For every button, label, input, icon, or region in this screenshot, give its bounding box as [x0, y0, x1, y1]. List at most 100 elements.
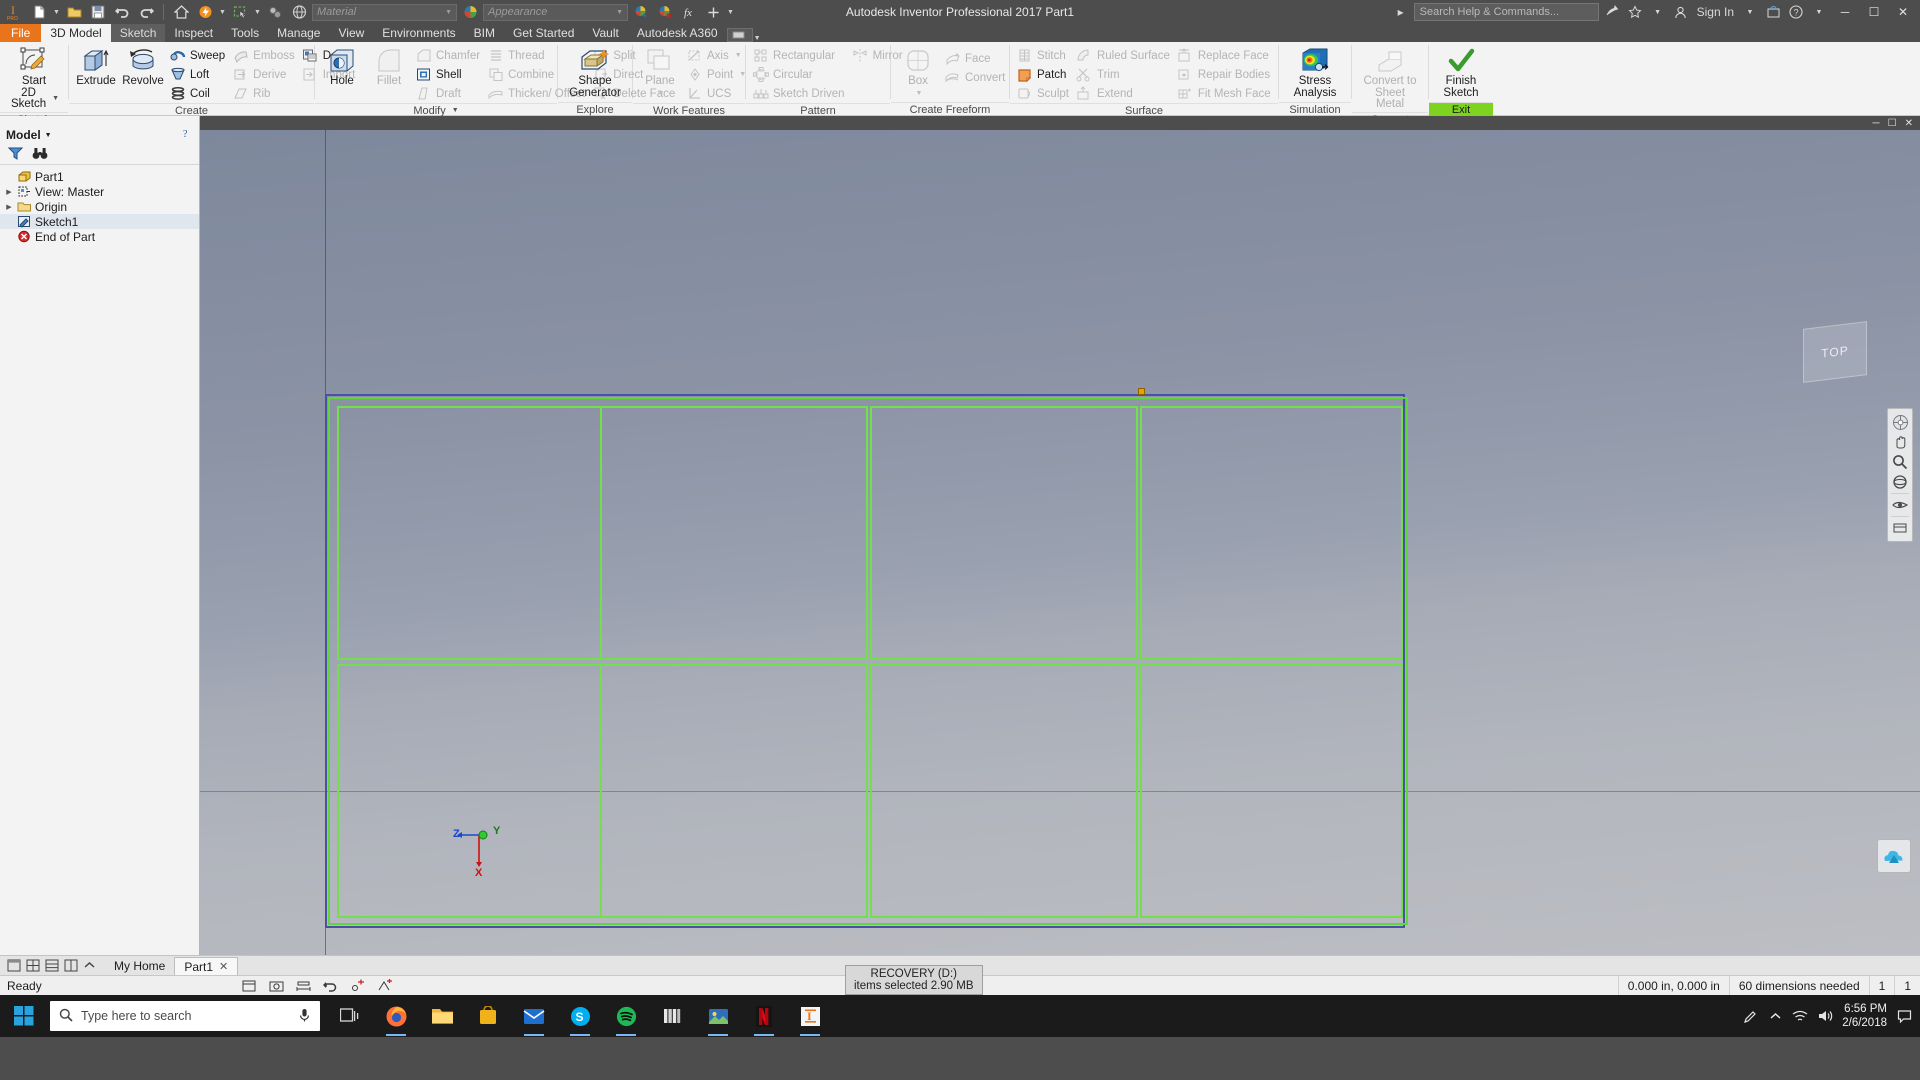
firefox-icon[interactable]: [374, 995, 418, 1037]
start-2d-sketch-button[interactable]: Start 2D Sketch ▼: [4, 45, 64, 112]
ribbon-display-dropdown[interactable]: [726, 28, 753, 42]
update-icon[interactable]: [194, 1, 216, 23]
share-icon[interactable]: [1602, 2, 1622, 22]
document-tab-my-home[interactable]: My Home: [105, 957, 175, 975]
two-view-vertical-icon[interactable]: [63, 958, 78, 973]
redo-icon[interactable]: [135, 1, 157, 23]
ribbon-tab-autodesk-a360[interactable]: Autodesk A360: [628, 24, 727, 42]
select-icon[interactable]: [229, 1, 251, 23]
shell-button[interactable]: Shell: [413, 65, 484, 84]
coil-button[interactable]: Coil: [167, 84, 229, 103]
netflix-icon[interactable]: [742, 995, 786, 1037]
expand-arrow-icon[interactable]: ▶: [4, 188, 14, 196]
store-icon[interactable]: [466, 995, 510, 1037]
parameters-icon[interactable]: fx: [678, 1, 700, 23]
undo-icon[interactable]: [111, 1, 133, 23]
shape-generator-button[interactable]: Shape Generator: [564, 45, 626, 100]
select-dropdown-icon[interactable]: ▼: [253, 9, 262, 16]
app-store-icon[interactable]: [1763, 2, 1783, 22]
new-file-icon[interactable]: [28, 1, 50, 23]
ribbon-tab-tools[interactable]: Tools: [222, 24, 268, 42]
appearance-globe-icon[interactable]: [288, 1, 310, 23]
ribbon-tab-inspect[interactable]: Inspect: [165, 24, 222, 42]
hole-button[interactable]: Hole: [319, 45, 365, 89]
help-search-input[interactable]: Search Help & Commands...: [1413, 3, 1599, 21]
measure-icon[interactable]: [296, 978, 312, 994]
sketch-selection-handle[interactable]: [1138, 388, 1145, 395]
tree-node-end-of-part[interactable]: End of Part: [0, 229, 199, 244]
three-view-horizontal-icon[interactable]: [44, 958, 59, 973]
help-dropdown-icon[interactable]: ▸: [1391, 2, 1411, 22]
ribbon-display-caret-icon[interactable]: ▼: [753, 35, 762, 42]
stress-analysis-button[interactable]: Stress Analysis: [1289, 45, 1342, 100]
microphone-icon[interactable]: [298, 1008, 311, 1025]
nav-settings-icon[interactable]: [1889, 518, 1911, 538]
update-dropdown-icon[interactable]: ▼: [218, 9, 227, 16]
clear-appearance-icon[interactable]: [654, 1, 676, 23]
star-dropdown-icon[interactable]: ▼: [1648, 2, 1668, 22]
ribbon-tab-view[interactable]: View: [329, 24, 373, 42]
sketch-pane[interactable]: [1140, 664, 1403, 918]
sketch-pane[interactable]: [870, 664, 1138, 918]
close-button[interactable]: ✕: [1890, 0, 1916, 24]
pan-icon[interactable]: [1889, 432, 1911, 452]
ribbon-tab-manage[interactable]: Manage: [268, 24, 329, 42]
four-view-icon[interactable]: [25, 958, 40, 973]
ribbon-tab-bim[interactable]: BIM: [465, 24, 504, 42]
single-view-icon[interactable]: [6, 958, 21, 973]
view-cube[interactable]: TOP: [1803, 321, 1867, 383]
close-icon[interactable]: ✕: [219, 960, 228, 973]
help-circle-icon[interactable]: ?: [1786, 2, 1806, 22]
expand-arrow-icon[interactable]: ▶: [4, 203, 14, 211]
minimize-button[interactable]: ─: [1832, 0, 1858, 24]
ribbon-tab-3d-model[interactable]: 3D Model: [41, 24, 111, 42]
taskbar-search-input[interactable]: Type here to search: [50, 1001, 320, 1031]
filter-icon[interactable]: [7, 147, 24, 163]
books-icon[interactable]: [650, 995, 694, 1037]
viewport-minimize-button[interactable]: ─: [1873, 118, 1880, 129]
revolve-button[interactable]: Revolve: [120, 45, 166, 89]
appearance-dropdown[interactable]: Appearance ▼: [483, 3, 628, 21]
quick-access-toolbar[interactable]: I PRO ▼ ▼ ▼ Material ▼ Appearance ▼ fx ▼: [0, 0, 735, 24]
binoculars-icon[interactable]: [32, 147, 48, 163]
extrude-button[interactable]: Extrude: [73, 45, 119, 89]
tree-node-view-master[interactable]: ▶ View: Master: [0, 184, 199, 199]
photos-icon[interactable]: [696, 995, 740, 1037]
signin-dropdown-icon[interactable]: ▼: [1740, 2, 1760, 22]
tree-node-part1[interactable]: Part1: [0, 169, 199, 184]
navigation-bar[interactable]: [1887, 408, 1913, 542]
sketch-pane[interactable]: [870, 406, 1138, 660]
tree-node-origin[interactable]: ▶ Origin: [0, 199, 199, 214]
patch-button[interactable]: Patch: [1014, 65, 1073, 84]
sketch-pane[interactable]: [1140, 406, 1403, 660]
material-dropdown[interactable]: Material ▼: [312, 3, 457, 21]
sketch-pane[interactable]: [600, 406, 868, 660]
sketch-pane[interactable]: [337, 406, 602, 660]
network-icon[interactable]: [1792, 1009, 1808, 1023]
scene[interactable]: TOP Z Y X: [200, 130, 1920, 955]
loft-button[interactable]: Loft: [167, 65, 229, 84]
zoom-icon[interactable]: [1889, 452, 1911, 472]
task-view-icon[interactable]: [328, 995, 372, 1037]
skype-icon[interactable]: S: [558, 995, 602, 1037]
close-viewport-icon[interactable]: [82, 958, 97, 973]
chevron-down-icon[interactable]: ▼: [45, 132, 52, 139]
ribbon-tab-environments[interactable]: Environments: [373, 24, 464, 42]
favorites-star-icon[interactable]: [1625, 2, 1645, 22]
mail-icon[interactable]: [512, 995, 556, 1037]
material-palette-icon[interactable]: [459, 1, 481, 23]
qat-customize-icon[interactable]: ▼: [726, 9, 735, 16]
full-navigation-wheel-icon[interactable]: [1889, 412, 1911, 432]
graphics-viewport[interactable]: ─ ☐ ✕ TOP Z Y X: [200, 116, 1920, 955]
action-center-icon[interactable]: [1896, 1009, 1912, 1023]
a360-status-button[interactable]: [1877, 839, 1911, 873]
sweep-button[interactable]: Sweep: [167, 46, 229, 65]
ribbon-tab-vault[interactable]: Vault: [583, 24, 627, 42]
taskbar-clock[interactable]: 6:56 PM 2/6/2018: [1842, 1002, 1887, 1030]
help-dropdown-caret-icon[interactable]: ▼: [1809, 2, 1829, 22]
ribbon-tab-sketch[interactable]: Sketch: [110, 24, 166, 42]
viewport-close-button[interactable]: ✕: [1905, 118, 1913, 129]
file-explorer-icon[interactable]: [420, 995, 464, 1037]
open-file-icon[interactable]: [63, 1, 85, 23]
add-constraint-icon[interactable]: [350, 978, 366, 994]
